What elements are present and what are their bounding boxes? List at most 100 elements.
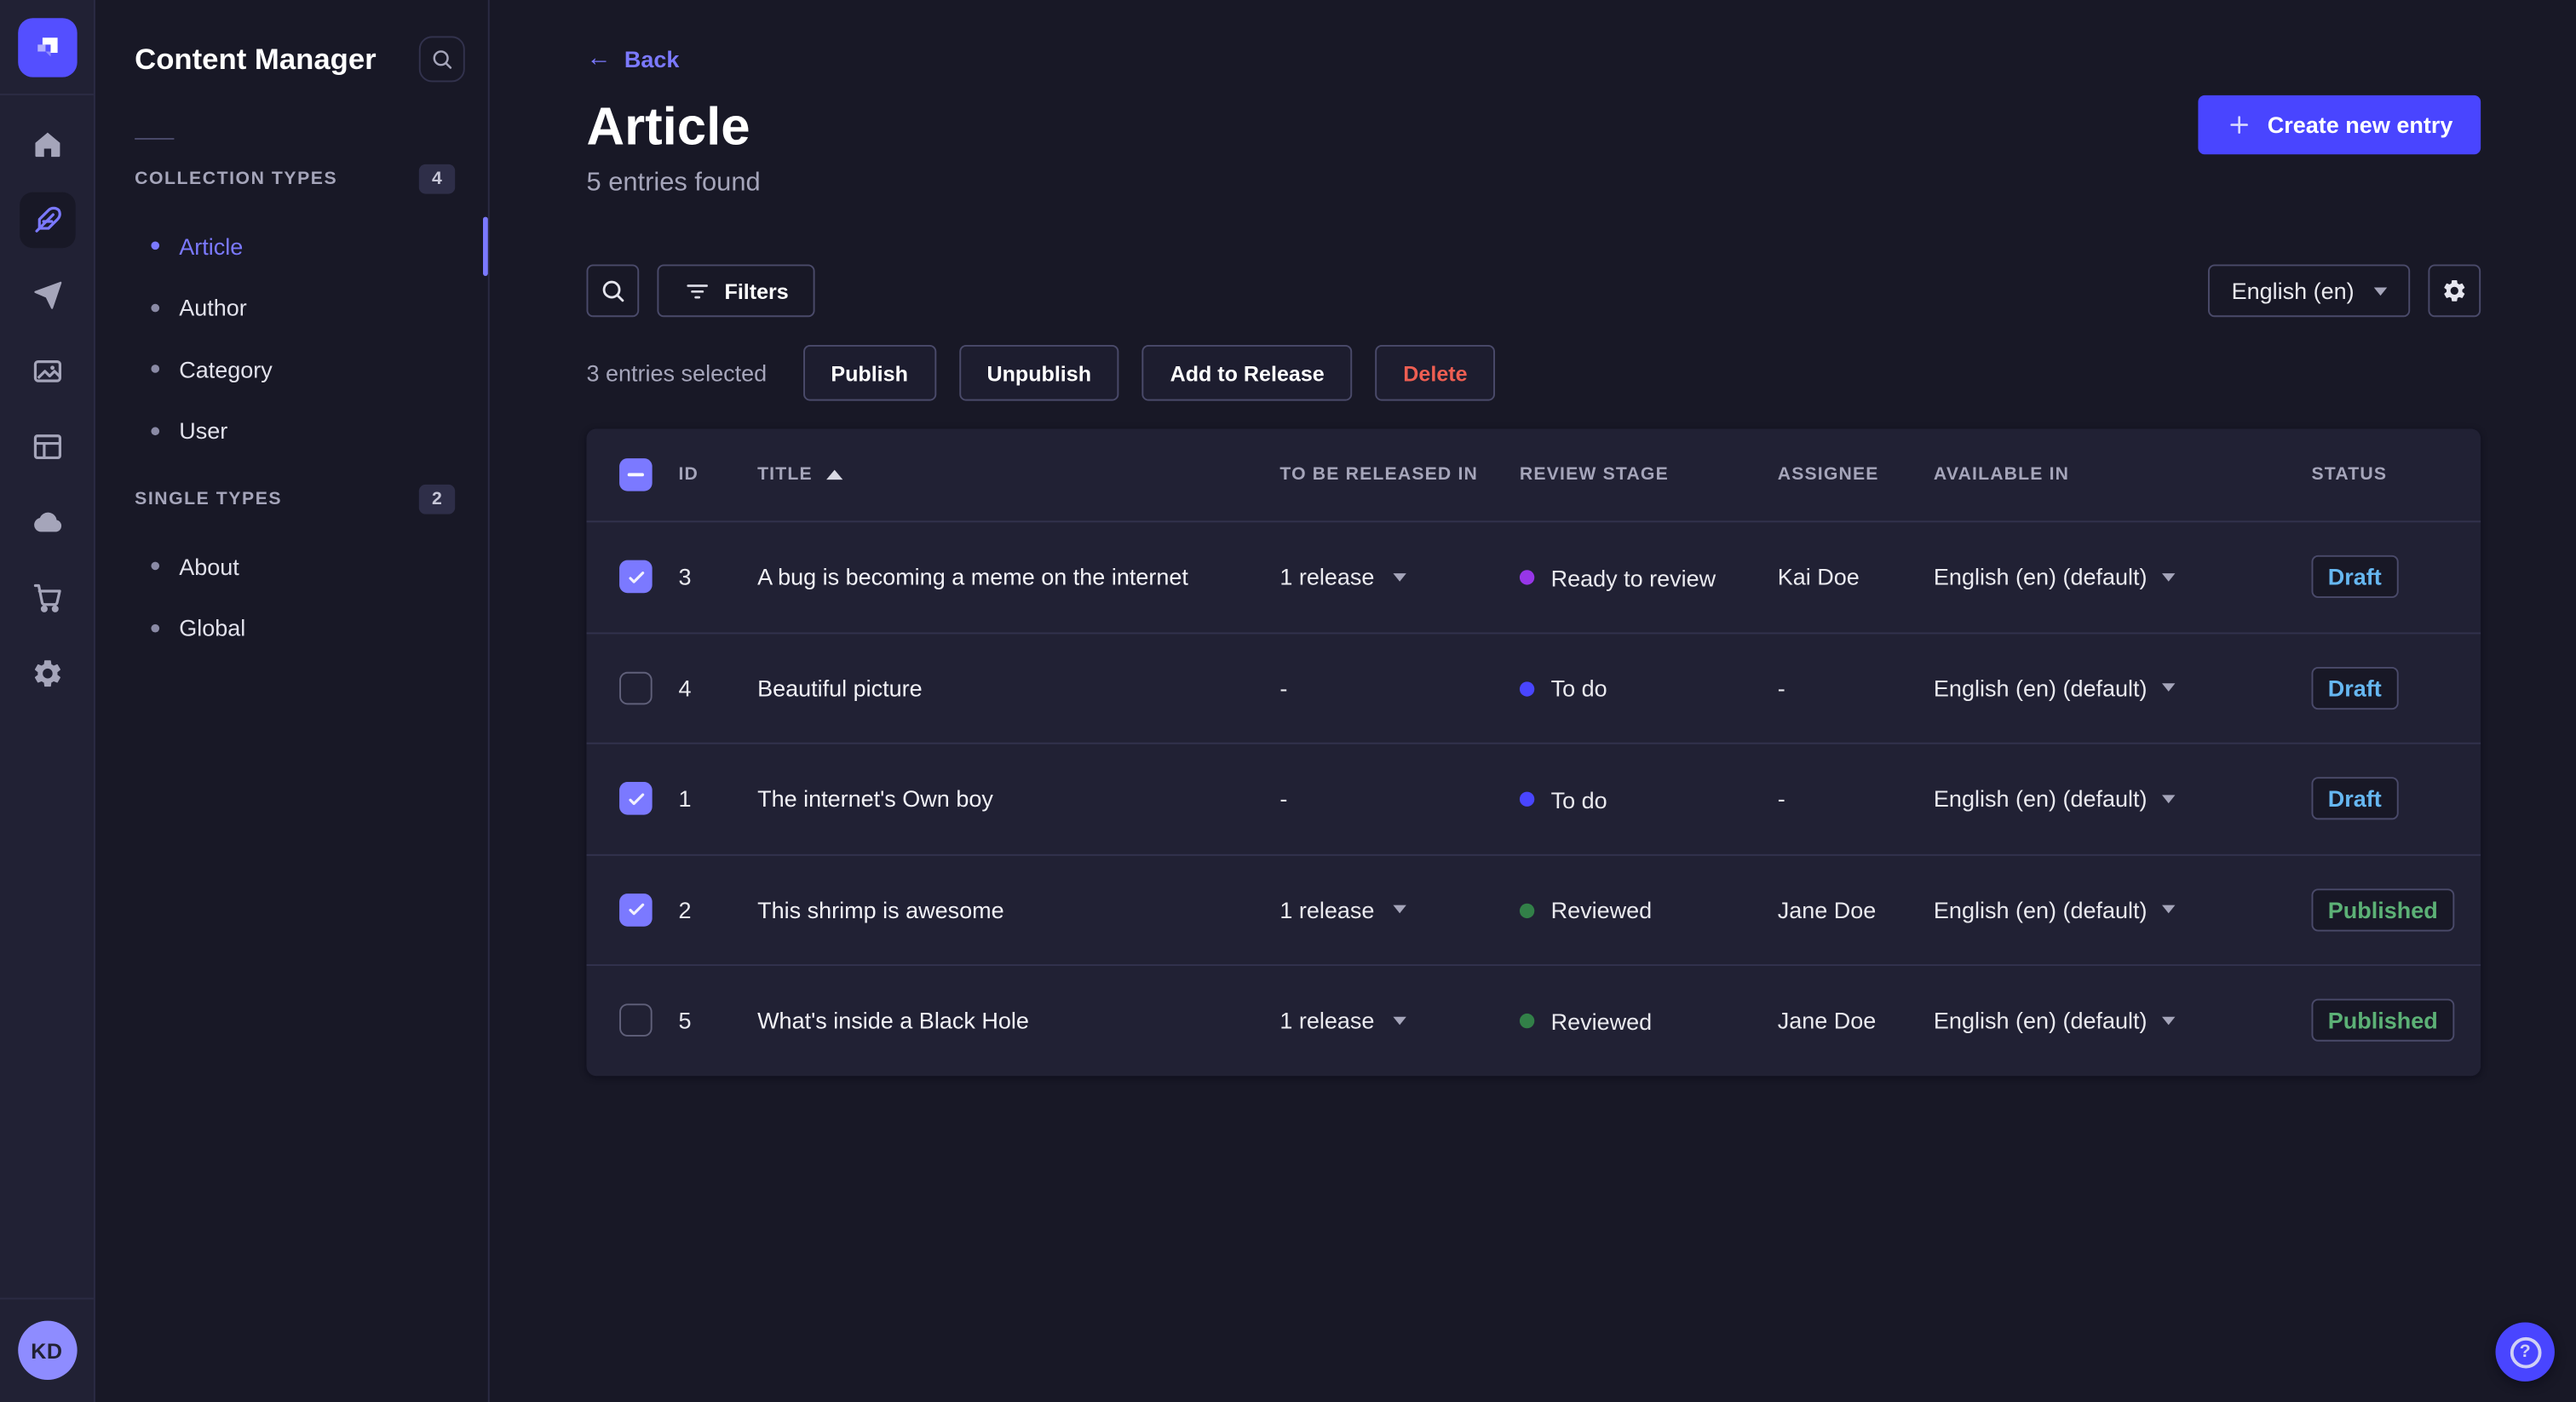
row-release-dropdown: - bbox=[1279, 675, 1288, 702]
row-id: 1 bbox=[678, 785, 692, 813]
column-header-title[interactable]: TITLE bbox=[757, 465, 1279, 485]
sidebar-item-article[interactable]: Article bbox=[95, 215, 488, 277]
column-header-review-stage[interactable]: REVIEW STAGE bbox=[1520, 465, 1778, 485]
rail-item-gear[interactable] bbox=[19, 646, 75, 702]
row-checkbox[interactable] bbox=[619, 560, 653, 594]
help-button[interactable]: ? bbox=[2495, 1322, 2555, 1382]
row-locale-dropdown[interactable]: English (en) (default) bbox=[1934, 675, 2176, 701]
subnav-title: Content Manager bbox=[135, 42, 377, 75]
avatar[interactable]: KD bbox=[17, 1320, 77, 1380]
chevron-down-icon bbox=[1392, 905, 1406, 914]
chevron-down-icon bbox=[2161, 1016, 2176, 1025]
sidebar-item-label: Global bbox=[179, 614, 246, 641]
row-id: 4 bbox=[678, 675, 692, 702]
row-locale-dropdown[interactable]: English (en) (default) bbox=[1934, 564, 2176, 590]
row-title: A bug is becoming a meme on the internet bbox=[757, 563, 1188, 590]
row-release-dropdown[interactable]: 1 release bbox=[1279, 564, 1406, 590]
bullet-icon bbox=[151, 562, 160, 571]
rail-item-home[interactable] bbox=[19, 117, 75, 173]
sidebar-item-category[interactable]: Category bbox=[95, 338, 488, 399]
locale-select[interactable]: English (en) bbox=[2208, 264, 2411, 318]
table-body: 3 A bug is becoming a meme on the intern… bbox=[586, 520, 2481, 1075]
column-header-id[interactable]: ID bbox=[678, 465, 757, 485]
sidebar-item-label: Category bbox=[179, 356, 273, 382]
app-window: KD Content Manager COLLECTION TYPES 4 Ar… bbox=[0, 0, 2576, 1402]
entries-table: ID TITLE TO BE RELEASED IN REVIEW STAGE … bbox=[586, 428, 2481, 1076]
rail-item-cloud[interactable] bbox=[19, 494, 75, 550]
bullet-icon bbox=[151, 623, 160, 633]
chevron-down-icon bbox=[1392, 572, 1406, 582]
row-locale-dropdown[interactable]: English (en) (default) bbox=[1934, 785, 2176, 812]
chevron-down-icon bbox=[2373, 286, 2388, 296]
row-checkbox[interactable] bbox=[619, 1003, 653, 1037]
column-header-to-be-released-in[interactable]: TO BE RELEASED IN bbox=[1279, 465, 1520, 485]
paper-plane-icon bbox=[31, 279, 64, 313]
add-to-release-button[interactable]: Add to Release bbox=[1141, 344, 1353, 401]
table-row[interactable]: 4 Beautiful picture - To do - English (e… bbox=[586, 631, 2481, 743]
row-release-dropdown[interactable]: 1 release bbox=[1279, 897, 1406, 922]
row-review-stage: To do bbox=[1519, 786, 1607, 813]
row-release-dropdown[interactable]: 1 release bbox=[1279, 1008, 1406, 1034]
status-badge: Draft bbox=[2311, 777, 2399, 820]
chevron-down-icon bbox=[2161, 905, 2176, 914]
sidebar-item-label: About bbox=[179, 553, 239, 580]
status-badge: Draft bbox=[2311, 666, 2399, 710]
rail-item-paper-plane[interactable] bbox=[19, 267, 75, 324]
table-row[interactable]: 2 This shrimp is awesome 1 release Revie… bbox=[586, 853, 2481, 964]
row-review-stage: Ready to review bbox=[1519, 564, 1716, 590]
sidebar-item-user[interactable]: User bbox=[95, 400, 488, 462]
row-locale-dropdown[interactable]: English (en) (default) bbox=[1934, 1008, 2176, 1034]
sidebar-item-global[interactable]: Global bbox=[95, 597, 488, 658]
row-checkbox[interactable] bbox=[619, 671, 653, 704]
row-title: What's inside a Black Hole bbox=[757, 1007, 1029, 1034]
indeterminate-icon bbox=[627, 472, 644, 477]
strapi-logo[interactable] bbox=[17, 17, 77, 77]
stage-dot-icon bbox=[1519, 902, 1535, 918]
filters-button[interactable]: Filters bbox=[657, 264, 815, 318]
subnav-search-button[interactable] bbox=[418, 36, 465, 83]
back-link[interactable]: ← Back bbox=[586, 45, 679, 72]
table-row[interactable]: 3 A bug is becoming a meme on the intern… bbox=[586, 520, 2481, 631]
rail-item-pictures[interactable] bbox=[19, 343, 75, 399]
table-header-row: ID TITLE TO BE RELEASED IN REVIEW STAGE … bbox=[586, 428, 2481, 520]
row-checkbox[interactable] bbox=[619, 782, 653, 816]
row-checkbox[interactable] bbox=[619, 893, 653, 927]
rail-item-layout[interactable] bbox=[19, 419, 75, 475]
sidebar-item-about[interactable]: About bbox=[95, 536, 488, 597]
row-release-dropdown: - bbox=[1279, 785, 1288, 813]
sidebar-item-label: Author bbox=[179, 294, 247, 321]
view-settings-button[interactable] bbox=[2428, 264, 2481, 318]
rail-item-feather[interactable] bbox=[19, 192, 75, 249]
main-nav-rail: KD bbox=[0, 0, 95, 1402]
stage-dot-icon bbox=[1519, 570, 1535, 585]
column-header-available-in[interactable]: AVAILABLE IN bbox=[1934, 465, 2312, 485]
chevron-down-icon bbox=[2161, 683, 2176, 692]
table-row[interactable]: 1 The internet's Own boy - To do - Engli… bbox=[586, 742, 2481, 853]
row-id: 5 bbox=[678, 1007, 692, 1034]
rail-nav-items bbox=[0, 95, 94, 702]
publish-button[interactable]: Publish bbox=[802, 344, 936, 401]
row-id: 3 bbox=[678, 563, 692, 590]
table-row[interactable]: 5 What's inside a Black Hole 1 release R… bbox=[586, 964, 2481, 1075]
cart-icon bbox=[31, 582, 64, 615]
create-new-entry-button[interactable]: Create new entry bbox=[2198, 95, 2481, 155]
pictures-icon bbox=[31, 355, 64, 388]
rail-user-area: KD bbox=[0, 1296, 94, 1402]
search-button[interactable] bbox=[586, 264, 640, 318]
sidebar-item-author[interactable]: Author bbox=[95, 277, 488, 338]
subnav-section: SINGLE TYPES 2 About Global bbox=[95, 481, 488, 658]
search-icon bbox=[602, 280, 624, 302]
unpublish-button[interactable]: Unpublish bbox=[958, 344, 1119, 401]
column-header-assignee[interactable]: ASSIGNEE bbox=[1778, 465, 1934, 485]
row-locale-dropdown[interactable]: English (en) (default) bbox=[1934, 897, 2176, 922]
home-icon bbox=[31, 128, 64, 161]
column-header-status[interactable]: STATUS bbox=[2311, 465, 2481, 485]
page-title: Article bbox=[586, 96, 750, 157]
select-all-checkbox[interactable] bbox=[619, 458, 653, 491]
row-assignee: Jane Doe bbox=[1777, 896, 1877, 923]
delete-button[interactable]: Delete bbox=[1375, 344, 1496, 401]
row-assignee: - bbox=[1777, 785, 1785, 813]
rail-item-cart[interactable] bbox=[19, 570, 75, 626]
selection-actions: Publish Unpublish Add to Release Delete bbox=[802, 344, 1496, 401]
section-items: About Global bbox=[95, 536, 488, 659]
